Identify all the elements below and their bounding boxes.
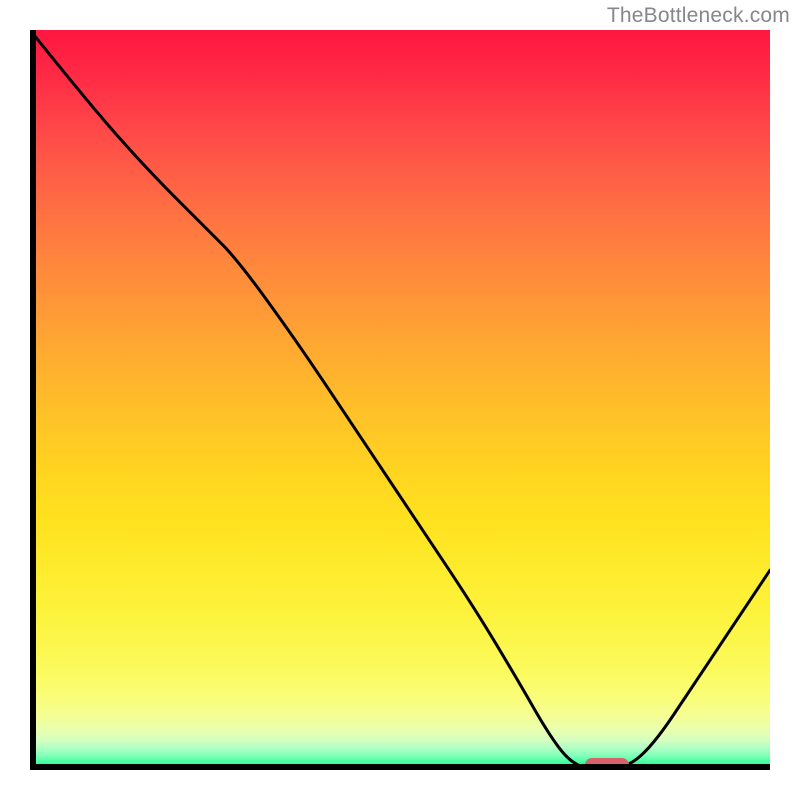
watermark-text: TheBottleneck.com: [607, 4, 790, 28]
optimum-marker: [585, 758, 629, 770]
bottleneck-curve: [30, 30, 770, 770]
plot-area: [30, 30, 770, 770]
chart-frame: [30, 30, 770, 770]
curve-path: [30, 30, 770, 770]
